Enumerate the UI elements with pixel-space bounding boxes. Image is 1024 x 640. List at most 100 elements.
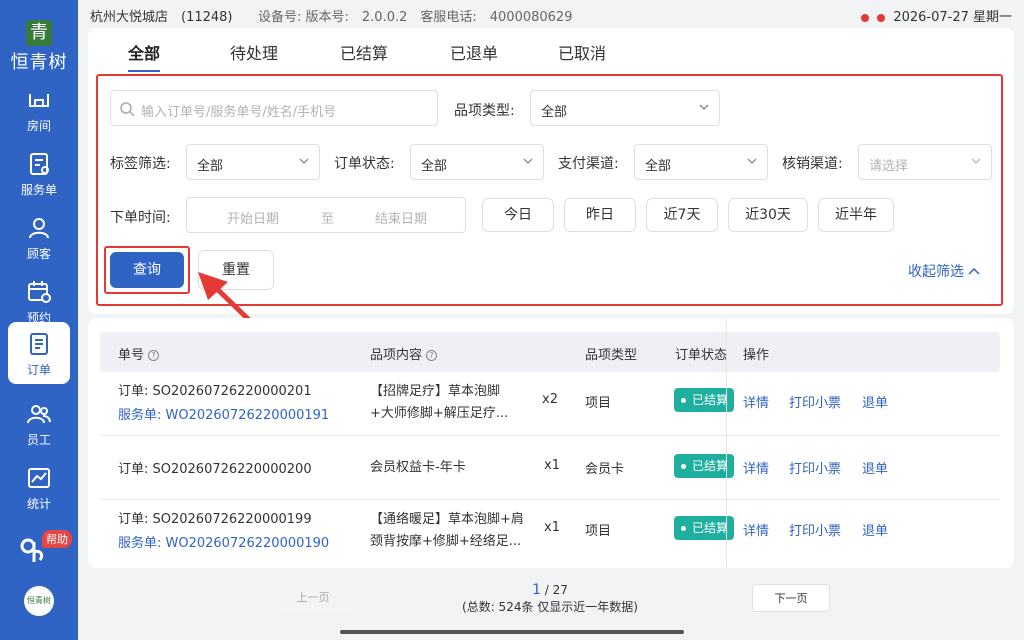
sidebar-item-label: 房间: [26, 119, 51, 133]
range-30days-button[interactable]: 近30天: [728, 198, 808, 232]
sidebar: 青 恒青树 房间 服务单 顾客 预约 订单 员工 统计 帮助 恒青树: [0, 0, 78, 640]
chevron-up-icon: [968, 267, 980, 275]
verify-channel-select[interactable]: 请选择: [858, 144, 992, 180]
sidebar-item-statistics[interactable]: 统计: [8, 456, 70, 518]
print-receipt-button[interactable]: 打印小票: [789, 458, 841, 477]
sidebar-item-label: 服务单: [20, 183, 57, 197]
header-order-no: 单号?: [118, 344, 160, 363]
item-content-line1: 【招牌足疗】草本泡脚: [370, 384, 501, 399]
fixed-column-divider: [726, 318, 727, 568]
tab-refunded[interactable]: 已退单: [450, 40, 498, 64]
refund-button[interactable]: 退单: [862, 520, 888, 539]
sidebar-item-room[interactable]: 房间: [8, 78, 70, 140]
status-badge: 已结算: [674, 454, 734, 478]
detail-button[interactable]: 详情: [743, 458, 769, 477]
item-type-select[interactable]: 全部: [530, 90, 720, 126]
end-date-input[interactable]: 结束日期: [375, 208, 427, 227]
detail-button[interactable]: 详情: [743, 392, 769, 411]
range-today-button[interactable]: 今日: [482, 198, 554, 232]
total-summary: (总数: 524条 仅显示近一年数据): [462, 600, 638, 614]
help-badge: 帮助: [42, 530, 72, 548]
service-order-icon: [25, 150, 53, 178]
collapse-filter-label: 收起筛选: [908, 264, 964, 280]
app-logo: 青 恒青树: [0, 0, 78, 80]
header-content: 品项内容?: [370, 344, 438, 363]
order-number: 订单: SO20260726220000200: [118, 462, 312, 477]
total-pages: 27: [552, 583, 568, 597]
status-badge: 已结算: [674, 388, 734, 412]
item-content-line1: 【通络暖足】草本泡脚+肩: [370, 512, 524, 527]
service-order-link[interactable]: 服务单: WO20260726220000191: [118, 404, 329, 423]
item-qty: x1: [544, 458, 560, 473]
sidebar-item-label: 顾客: [26, 247, 51, 261]
header-type: 品项类型: [585, 348, 638, 363]
help-circle-icon[interactable]: ?: [426, 350, 438, 361]
chevron-down-icon: [971, 158, 981, 164]
refund-button[interactable]: 退单: [862, 458, 888, 477]
search-placeholder: 输入订单号/服务单号/姓名/手机号: [141, 105, 337, 120]
tab-cancelled[interactable]: 已取消: [558, 40, 606, 64]
item-qty: x1: [544, 520, 560, 535]
tab-all[interactable]: 全部: [128, 40, 160, 64]
print-receipt-button[interactable]: 打印小票: [789, 520, 841, 539]
detail-button[interactable]: 详情: [743, 520, 769, 539]
range-halfyear-button[interactable]: 近半年: [818, 198, 894, 232]
search-input[interactable]: 输入订单号/服务单号/姓名/手机号: [110, 90, 438, 126]
item-type: 项目: [585, 524, 612, 539]
sidebar-item-label: 订单: [26, 363, 51, 377]
brand-logo: 恒青树: [24, 586, 54, 616]
item-qty: x2: [542, 392, 558, 407]
sidebar-item-service-order[interactable]: 服务单: [8, 142, 70, 204]
order-status-select[interactable]: 全部: [410, 144, 544, 180]
customer-icon: [25, 214, 53, 242]
tab-pending[interactable]: 待处理: [230, 40, 278, 64]
order-status-value: 全部: [421, 159, 448, 174]
statistics-icon: [25, 464, 53, 492]
help-circle-icon[interactable]: ?: [148, 350, 160, 361]
refund-button[interactable]: 退单: [862, 392, 888, 411]
pay-channel-select[interactable]: 全部: [634, 144, 768, 180]
current-page: 1: [532, 582, 541, 598]
order-status-label: 订单状态:: [334, 156, 395, 172]
header-ops: 操作: [743, 348, 770, 363]
print-receipt-button[interactable]: 打印小票: [789, 392, 841, 411]
system-status: 2026-07-27 星期一: [861, 6, 1012, 25]
prev-page-button[interactable]: 上一页: [274, 584, 352, 612]
start-date-input[interactable]: 开始日期: [227, 208, 279, 227]
item-type: 项目: [585, 396, 612, 411]
sidebar-item-order[interactable]: 订单: [8, 322, 70, 384]
collapse-filter-button[interactable]: 收起筛选: [908, 261, 980, 281]
next-page-button[interactable]: 下一页: [752, 584, 830, 612]
range-7days-button[interactable]: 近7天: [646, 198, 718, 232]
query-button[interactable]: 查询: [110, 252, 184, 288]
room-icon: [25, 86, 53, 114]
chevron-down-icon: [523, 158, 533, 164]
item-content-line1: 会员权益卡-年卡: [370, 460, 466, 475]
sidebar-item-label: 员工: [26, 433, 51, 447]
chevron-down-icon: [299, 158, 309, 164]
service-order-link[interactable]: 服务单: WO20260726220000190: [118, 532, 329, 551]
header-order-no-label: 单号: [118, 348, 145, 363]
page-indicator: 1 / 27: [460, 582, 640, 598]
table-row: 订单: SO20260726220000199 服务单: WO202607262…: [100, 500, 1000, 564]
range-yesterday-button[interactable]: 昨日: [564, 198, 636, 232]
header-status: 订单状态: [675, 348, 728, 363]
item-type-value: 全部: [541, 105, 568, 120]
item-content-line2: +大师修脚+解压足疗...: [370, 406, 509, 421]
home-indicator[interactable]: [340, 630, 684, 634]
table-header: 单号? 品项内容? 品项类型 订单状态 操作: [100, 332, 1000, 372]
sidebar-item-customer[interactable]: 顾客: [8, 206, 70, 268]
chevron-down-icon: [747, 158, 757, 164]
sidebar-item-staff[interactable]: 员工: [8, 392, 70, 454]
tag-filter-select[interactable]: 全部: [186, 144, 320, 180]
date-range-separator: 至: [321, 212, 335, 227]
sidebar-item-label: 统计: [26, 497, 51, 511]
printer-offline-icon: [861, 13, 870, 22]
date-range-picker[interactable]: 开始日期 至 结束日期: [186, 197, 466, 233]
chevron-down-icon: [699, 104, 709, 110]
verify-channel-placeholder: 请选择: [869, 159, 909, 174]
status-badge: 已结算: [674, 516, 734, 540]
order-number: 订单: SO20260726220000199: [118, 512, 312, 527]
tab-settled[interactable]: 已结算: [340, 40, 388, 64]
verify-channel-label: 核销渠道:: [782, 156, 843, 172]
